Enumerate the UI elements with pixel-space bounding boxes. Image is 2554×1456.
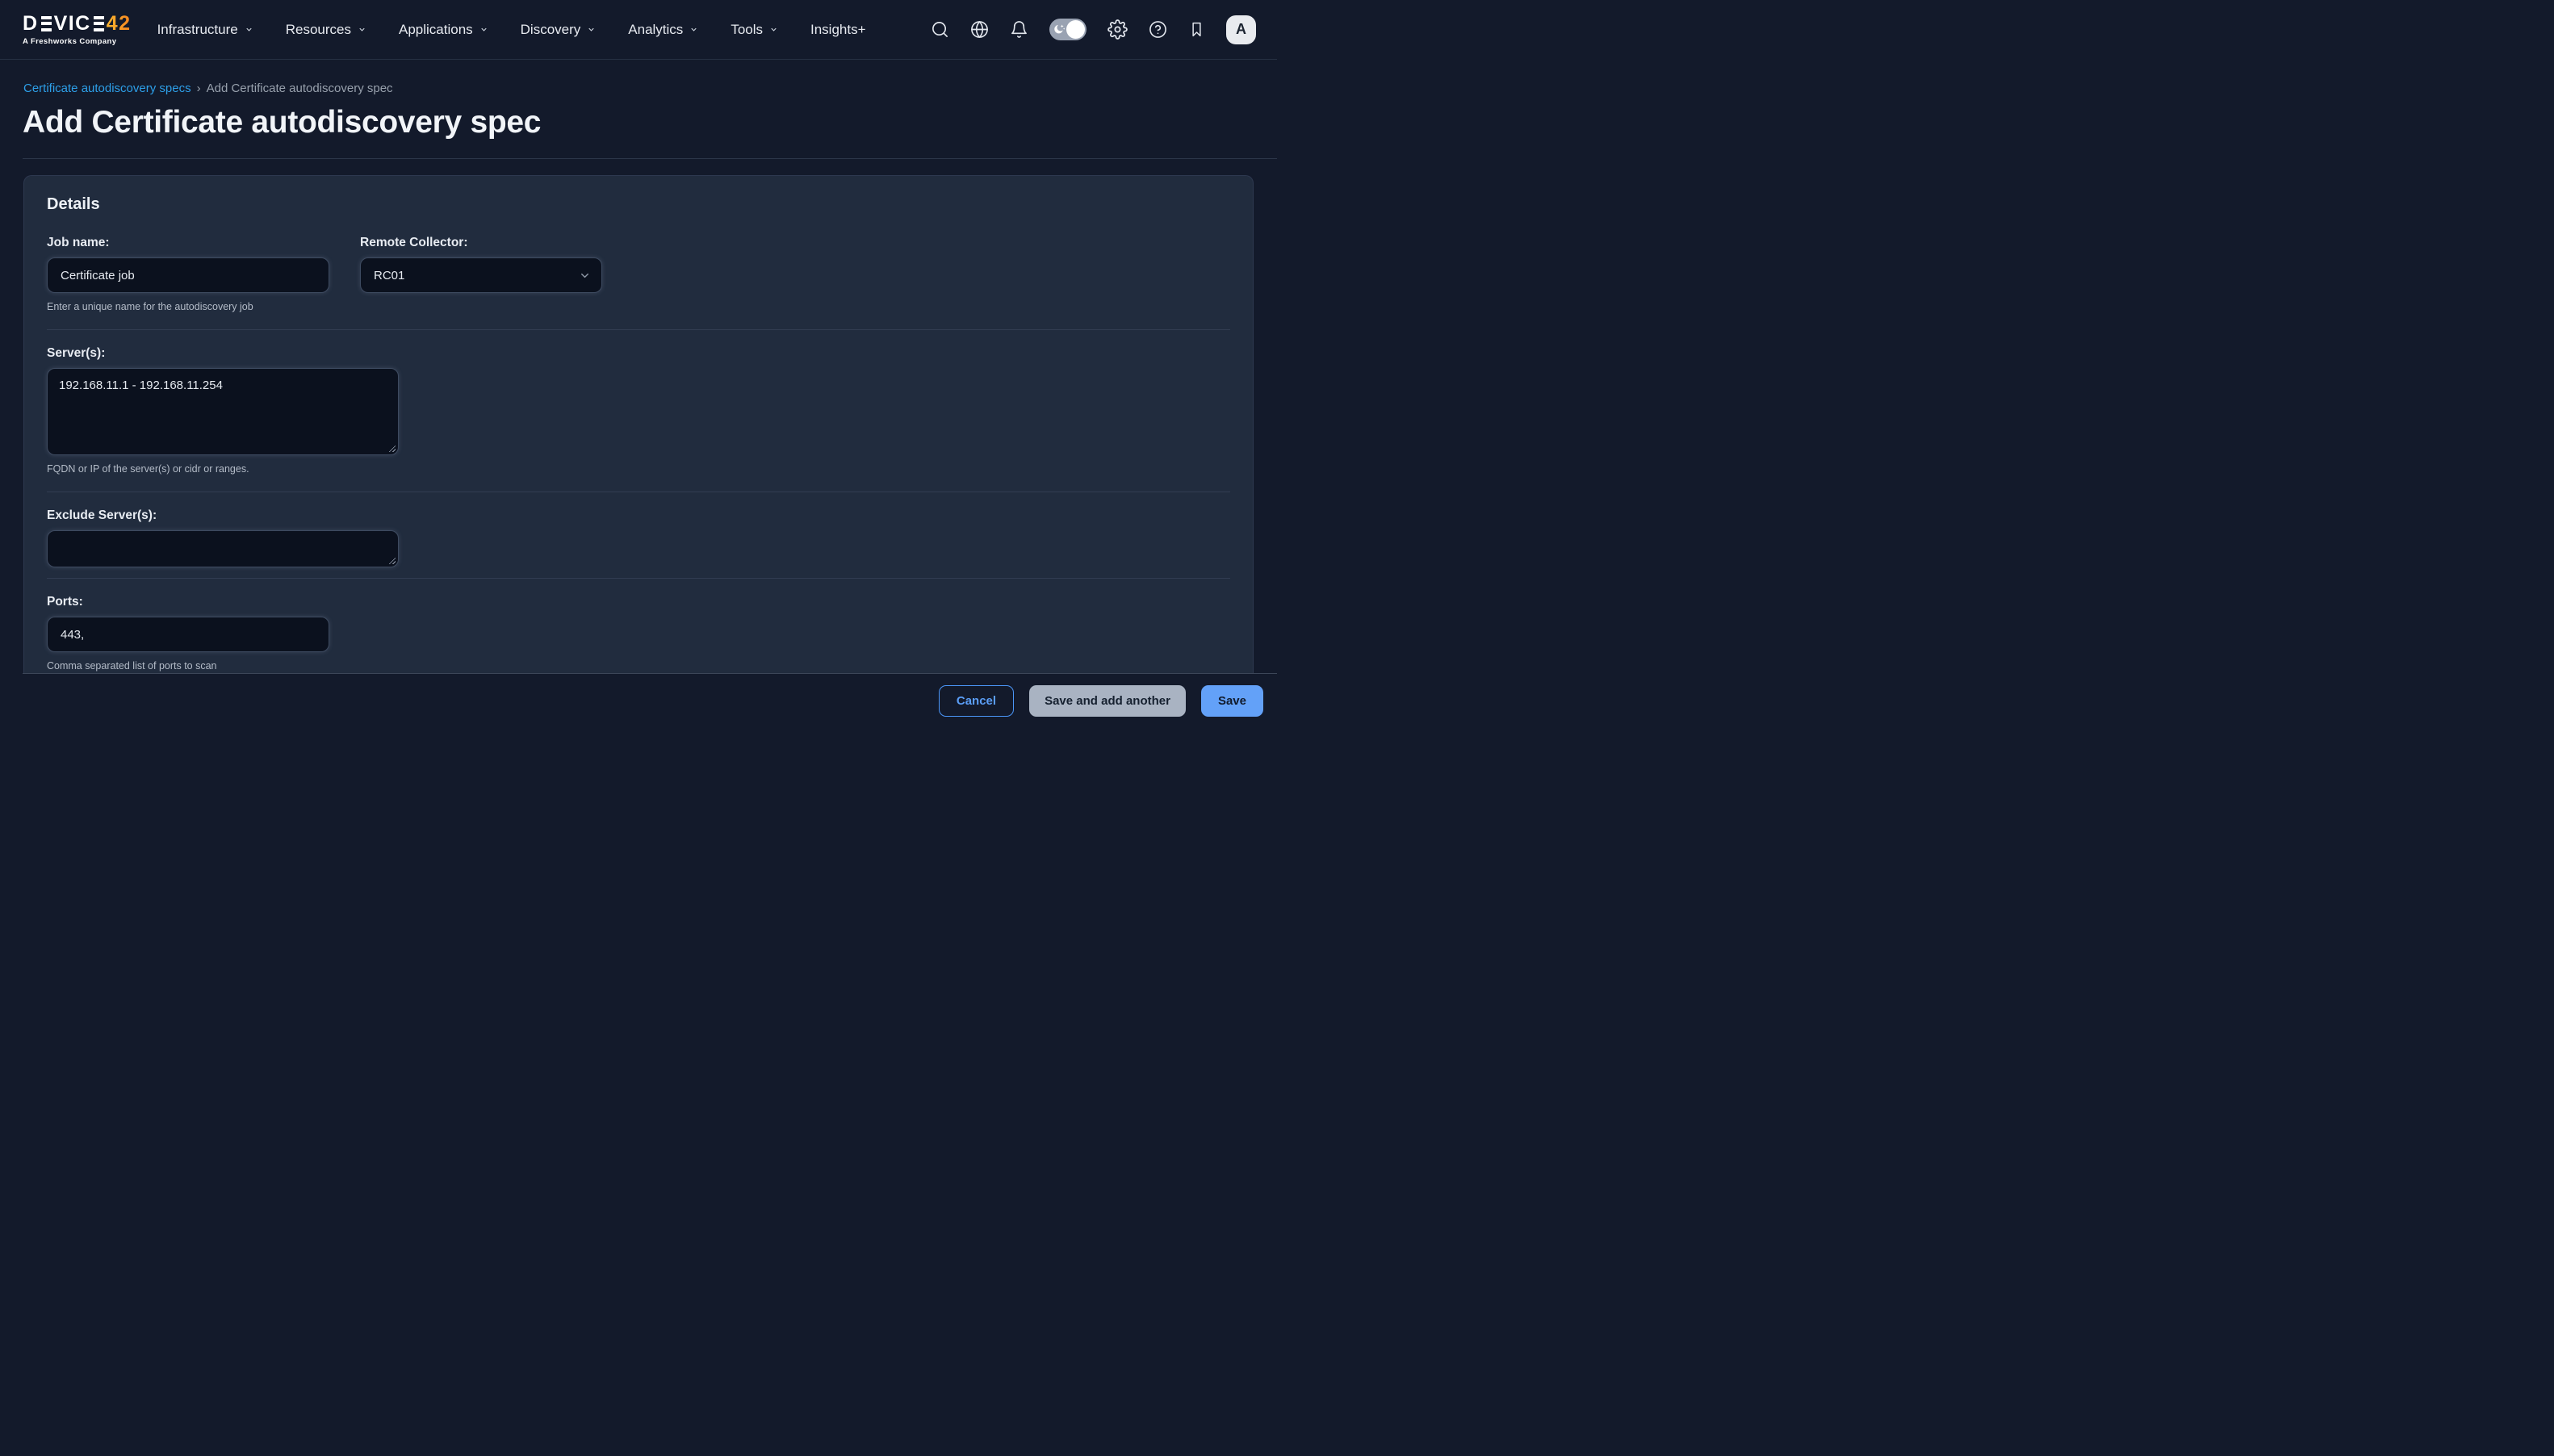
servers-helper: FQDN or IP of the server(s) or cidr or r… (47, 463, 1230, 475)
logo-letter: D (23, 14, 39, 34)
moon-icon (1053, 23, 1066, 36)
chevron-down-icon (587, 25, 596, 34)
ports-input[interactable] (47, 617, 329, 652)
breadcrumb-separator: › (197, 82, 201, 95)
help-icon[interactable] (1149, 20, 1167, 39)
save-button[interactable]: Save (1201, 685, 1263, 717)
form-action-bar: Cancel Save and add another Save (0, 673, 1277, 728)
breadcrumb-link-certificate-specs[interactable]: Certificate autodiscovery specs (23, 82, 191, 95)
chevron-down-icon (479, 25, 488, 34)
field-divider (47, 578, 1230, 579)
exclude-servers-field: Exclude Server(s): (47, 508, 1230, 567)
ports-label: Ports: (47, 595, 1230, 609)
ports-helper: Comma separated list of ports to scan (47, 660, 1230, 672)
notifications-bell-icon[interactable] (1010, 20, 1028, 39)
bookmark-icon[interactable] (1188, 21, 1205, 38)
remote-collector-field: Remote Collector: RC01 (360, 236, 602, 312)
servers-textarea[interactable]: 192.168.11.1 - 192.168.11.254 (47, 368, 399, 455)
chevron-down-icon (689, 25, 698, 34)
job-name-helper: Enter a unique name for the autodiscover… (47, 301, 329, 312)
breadcrumb-current: Add Certificate autodiscovery spec (207, 82, 393, 95)
avatar-initial: A (1236, 21, 1246, 38)
menu-item-insights[interactable]: Insights+ (810, 22, 866, 38)
menu-item-applications[interactable]: Applications (399, 22, 488, 38)
job-name-field: Job name: Enter a unique name for the au… (47, 236, 329, 312)
settings-gear-icon[interactable] (1107, 19, 1128, 40)
search-icon[interactable] (931, 20, 949, 39)
details-heading: Details (47, 195, 1230, 214)
top-navigation-bar: D VIC 42 A Freshworks Company Infrastructu… (0, 0, 1277, 60)
menu-item-discovery[interactable]: Discovery (521, 22, 597, 38)
logo-letter-e-icon (41, 16, 52, 31)
remote-collector-value: RC01 (374, 269, 404, 282)
main-content: Certificate autodiscovery specs › Add Ce… (0, 82, 1277, 674)
menu-item-resources[interactable]: Resources (286, 22, 366, 38)
details-panel: Details Job name: Enter a unique name fo… (23, 175, 1254, 674)
menu-item-infrastructure[interactable]: Infrastructure (157, 22, 253, 38)
chevron-down-icon (579, 270, 591, 282)
logo-wordmark: D VIC 42 (23, 14, 132, 34)
device42-logo[interactable]: D VIC 42 A Freshworks Company (23, 14, 132, 46)
save-and-add-another-button[interactable]: Save and add another (1029, 685, 1186, 717)
logo-letters: VIC (54, 14, 91, 34)
exclude-servers-label: Exclude Server(s): (47, 508, 1230, 523)
job-name-input[interactable] (47, 257, 329, 293)
menu-item-analytics[interactable]: Analytics (628, 22, 698, 38)
nav-utility-icons: A (931, 15, 1256, 44)
title-divider (23, 158, 1277, 159)
servers-field: Server(s): 192.168.11.1 - 192.168.11.254… (47, 346, 1230, 475)
page-title: Add Certificate autodiscovery spec (23, 106, 1254, 140)
exclude-servers-textarea[interactable] (47, 530, 399, 567)
chevron-down-icon (358, 25, 366, 34)
logo-accent-number: 42 (107, 14, 132, 34)
chevron-down-icon (245, 25, 253, 34)
job-row: Job name: Enter a unique name for the au… (47, 236, 1230, 312)
user-avatar[interactable]: A (1226, 15, 1256, 44)
field-divider (47, 329, 1230, 330)
main-menu: Infrastructure Resources Applications Di… (157, 22, 866, 38)
breadcrumb: Certificate autodiscovery specs › Add Ce… (23, 82, 1254, 95)
dark-mode-toggle[interactable] (1049, 19, 1086, 40)
ports-field: Ports: Comma separated list of ports to … (47, 595, 1230, 672)
remote-collector-label: Remote Collector: (360, 236, 602, 250)
globe-language-icon[interactable] (970, 20, 989, 39)
servers-label: Server(s): (47, 346, 1230, 361)
cancel-button[interactable]: Cancel (939, 685, 1014, 717)
menu-item-tools[interactable]: Tools (731, 22, 778, 38)
logo-letter-e-icon (94, 16, 104, 31)
chevron-down-icon (769, 25, 778, 34)
job-name-label: Job name: (47, 236, 329, 250)
logo-tagline: A Freshworks Company (23, 37, 132, 46)
toggle-knob (1066, 20, 1085, 39)
remote-collector-select[interactable]: RC01 (360, 257, 602, 293)
